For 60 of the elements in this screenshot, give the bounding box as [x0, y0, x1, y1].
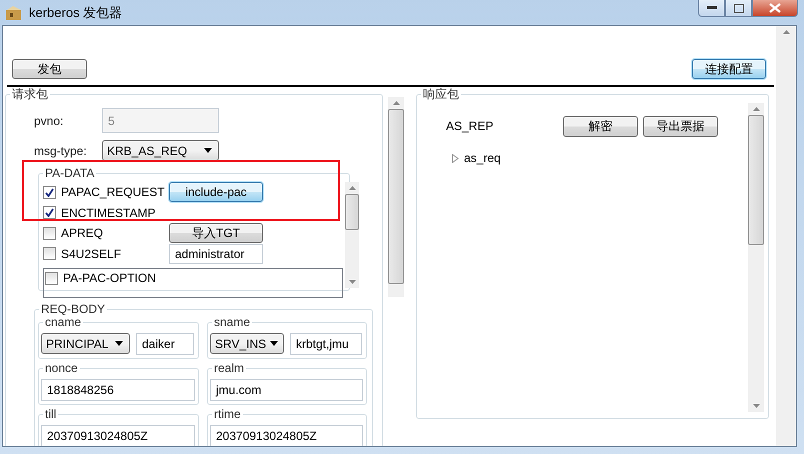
checkbox[interactable] — [43, 247, 56, 260]
scrollbar[interactable] — [345, 182, 359, 288]
checkbox-label: PA-PAC-OPTION — [63, 271, 156, 285]
panel-title: till — [43, 407, 58, 421]
input-field[interactable]: jmu.com — [210, 379, 363, 401]
scrollbar[interactable] — [748, 103, 764, 412]
scrollbar[interactable] — [776, 26, 796, 446]
panel-title: REQ-BODY — [39, 302, 108, 316]
scroll-up-icon[interactable] — [752, 107, 760, 111]
panel-title: 响应包 — [421, 87, 461, 101]
checkbox[interactable] — [43, 206, 56, 220]
scroll-down-icon[interactable] — [752, 404, 760, 408]
name-type-dropdown[interactable]: PRINCIPAL — [41, 333, 130, 354]
caret-icon — [270, 341, 278, 346]
scroll-up-icon[interactable] — [348, 186, 356, 190]
input-field[interactable]: 20370913024805Z — [210, 425, 363, 446]
expand-arrow-icon[interactable] — [452, 154, 459, 162]
input-field[interactable]: 1818848256 — [41, 379, 195, 401]
username-field[interactable]: administrator — [169, 244, 263, 264]
connection-config-button[interactable]: 连接配置 — [692, 59, 766, 79]
action-button[interactable]: 导出票据 — [643, 116, 718, 136]
checkbox[interactable] — [43, 186, 56, 199]
checkbox-label: ENCTIMESTAMP — [61, 206, 156, 220]
tree-item[interactable]: as_req — [452, 151, 501, 165]
minimize-icon — [706, 6, 716, 10]
scroll-up-icon[interactable] — [392, 101, 400, 105]
panel-title: PA-DATA — [43, 166, 96, 180]
response-type-label: AS_REP — [446, 119, 494, 133]
window-title: kerberos 发包器 — [29, 4, 122, 22]
name-type-dropdown[interactable]: SRV_INS — [210, 333, 284, 354]
checkbox-label: S4U2SELF — [61, 246, 122, 261]
maximize-button[interactable] — [725, 0, 752, 17]
checkbox[interactable] — [43, 226, 56, 240]
send-button[interactable]: 发包 — [12, 59, 87, 79]
minimize-button[interactable] — [698, 0, 725, 17]
action-button[interactable]: 解密 — [563, 116, 638, 136]
action-button[interactable]: include-pac — [169, 182, 263, 202]
action-button[interactable]: 导入TGT — [169, 223, 263, 244]
close-button[interactable] — [752, 0, 798, 17]
input-field[interactable]: 20370913024805Z — [41, 425, 195, 446]
caret-icon — [204, 148, 212, 153]
maximize-icon — [734, 4, 744, 12]
checkbox-label: APREQ — [61, 226, 104, 240]
checkbox[interactable] — [45, 272, 58, 284]
panel-title: realm — [212, 361, 246, 375]
close-icon — [769, 3, 781, 13]
msg-type-dropdown[interactable]: KRB_AS_REQ — [102, 140, 219, 161]
panel-title: 请求包 — [10, 87, 50, 101]
scroll-up-icon[interactable] — [782, 30, 790, 34]
panel-title: rtime — [212, 407, 243, 421]
checkbox-label: PAPAC_REQUEST — [61, 185, 165, 200]
app-logo-icon — [5, 4, 23, 20]
scroll-down-icon[interactable] — [348, 280, 356, 284]
sname-field[interactable]: krbtgt,jmu — [290, 333, 362, 355]
field-label: msg-type: — [34, 144, 88, 158]
panel-title: cname — [43, 315, 84, 329]
cname-field[interactable]: daiker — [136, 333, 194, 355]
caret-icon — [115, 341, 123, 346]
scrollbar[interactable] — [388, 97, 404, 297]
field-label: pvno: — [34, 114, 64, 128]
